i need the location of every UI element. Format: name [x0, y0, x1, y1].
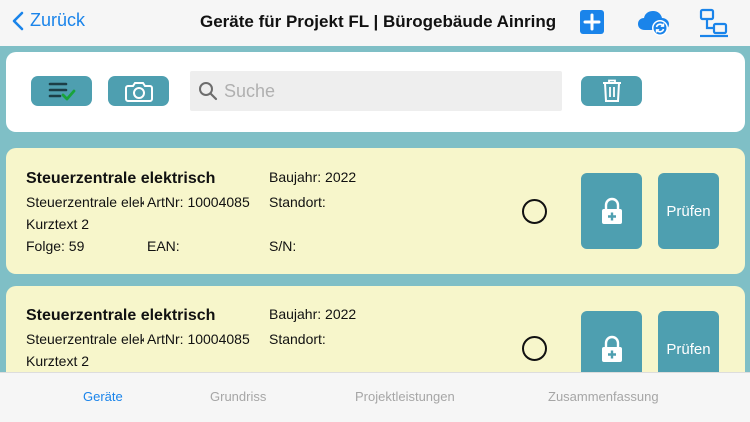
device-artnr: ArtNr: 10004085 [147, 194, 250, 210]
toolbar-card [6, 52, 745, 132]
tab-zusammenfassung[interactable]: Zusammenfassung [548, 389, 659, 404]
device-baujahr: Baujahr: 2022 [269, 306, 357, 322]
delete-button[interactable] [581, 76, 642, 106]
plus-square-icon [580, 10, 604, 34]
back-label: Zurück [30, 10, 86, 30]
device-kurztext: Kurztext 2 [26, 216, 90, 232]
camera-button[interactable] [108, 76, 169, 106]
tab-geraete[interactable]: Geräte [83, 389, 123, 404]
lock-plus-icon [601, 197, 622, 224]
tab-grundriss[interactable]: Grundriss [210, 389, 266, 404]
search-icon [199, 82, 218, 101]
device-description: Steuerzentrale elektrisch [26, 331, 144, 347]
device-sn: S/N: [269, 238, 297, 254]
navigation-bar: Zurück Geräte für Projekt FL | Bürogebäu… [0, 0, 750, 46]
pruefen-button[interactable]: Prüfen [658, 173, 719, 249]
device-standort: Standort: [269, 331, 326, 347]
device-folge: Folge: 59 [26, 238, 85, 254]
select-radio[interactable] [522, 199, 547, 224]
camera-icon [124, 82, 153, 102]
page-title: Geräte für Projekt FL | Bürogebäude Ainr… [200, 12, 557, 31]
device-name: Steuerzentrale elektrisch [26, 170, 216, 187]
chevron-left-icon [12, 11, 24, 30]
lock-plus-icon [601, 335, 622, 362]
tab-bar: Geräte Grundriss Projektleistungen Zusam… [0, 372, 750, 422]
select-all-button[interactable] [31, 76, 92, 106]
device-description: Steuerzentrale elektrisch [26, 194, 144, 210]
cloud-sync-icon [638, 11, 669, 36]
search-input[interactable] [224, 80, 544, 102]
device-artnr: ArtNr: 10004085 [147, 331, 250, 347]
device-baujahr: Baujahr: 2022 [269, 169, 357, 185]
add-device-button[interactable] [580, 10, 604, 39]
device-card[interactable]: Steuerzentrale elektrisch Steuerzentrale… [6, 148, 745, 274]
back-button[interactable]: Zurück [12, 10, 85, 31]
network-icon [699, 8, 728, 38]
cloud-sync-button[interactable] [637, 9, 671, 42]
device-ean: EAN: [147, 238, 180, 254]
network-button[interactable] [699, 8, 729, 43]
tab-projektleistungen[interactable]: Projektleistungen [355, 389, 455, 404]
device-name: Steuerzentrale elektrisch [26, 307, 216, 324]
checklist-icon [48, 82, 75, 101]
lock-add-button[interactable] [581, 173, 642, 249]
device-standort: Standort: [269, 194, 326, 210]
trash-icon [602, 79, 621, 102]
search-field[interactable] [190, 71, 562, 111]
select-radio[interactable] [522, 336, 547, 361]
device-kurztext: Kurztext 2 [26, 353, 90, 369]
